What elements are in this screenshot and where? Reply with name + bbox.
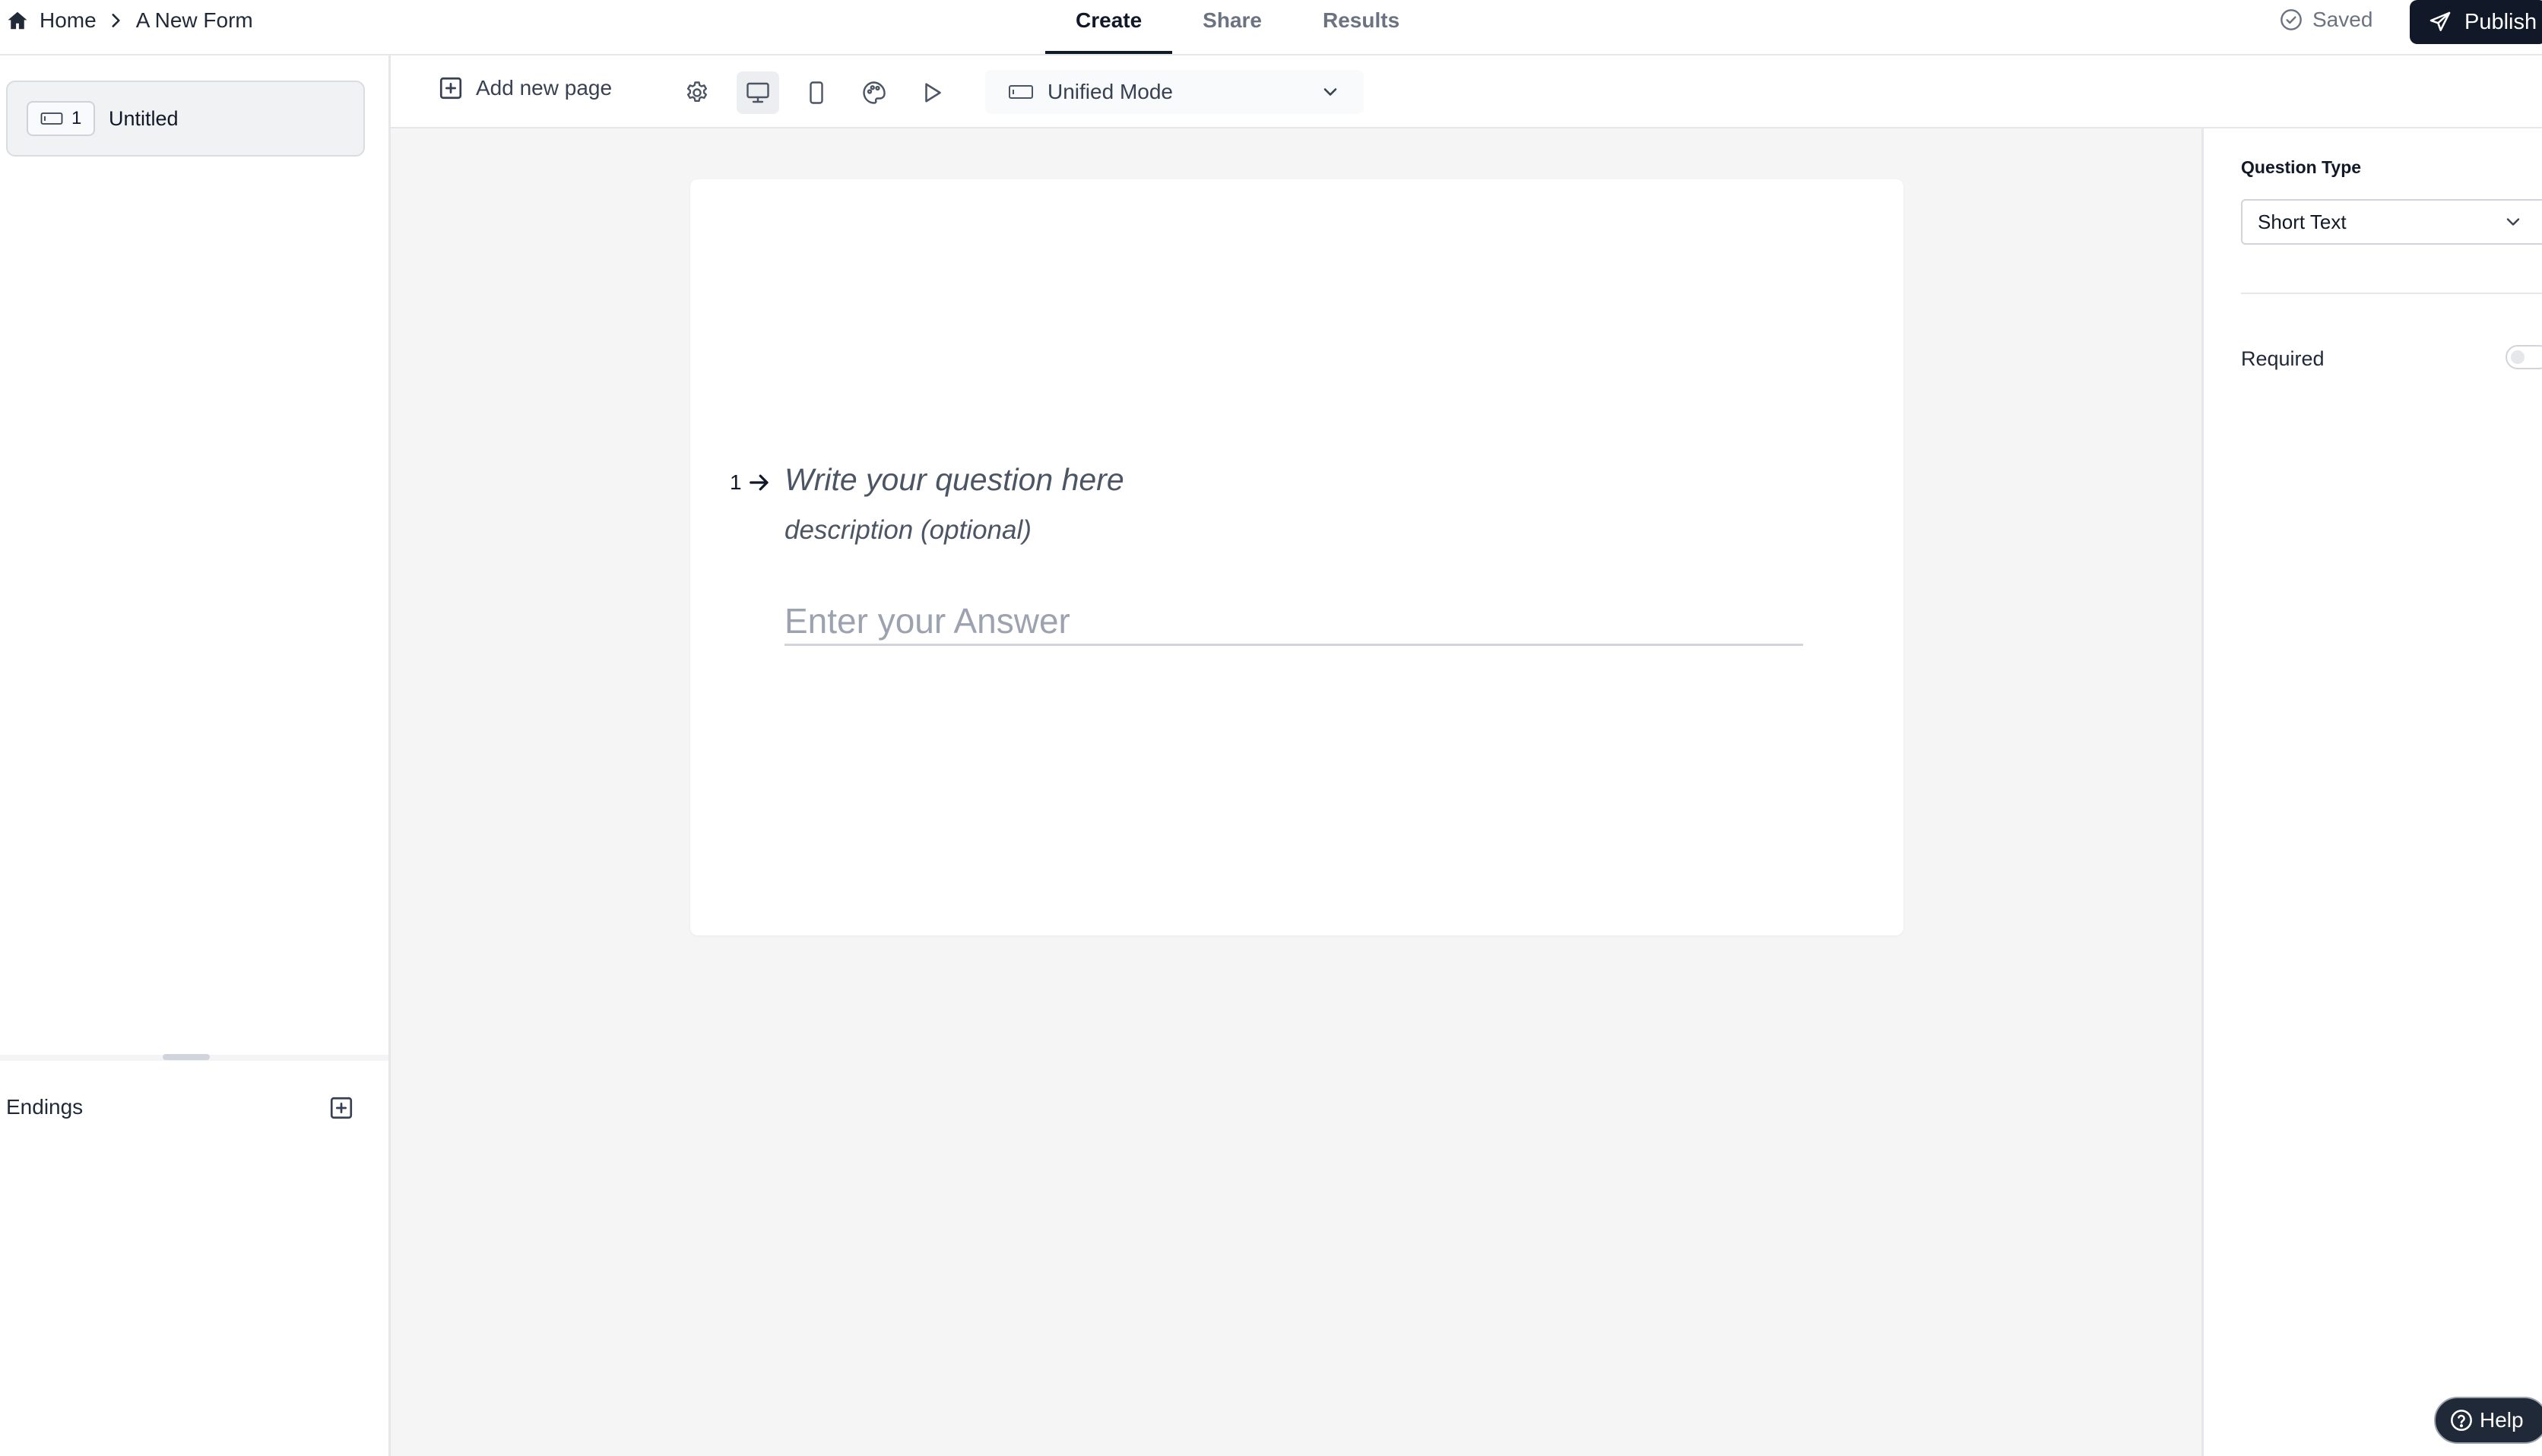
properties-panel: Question Type Short Text Required (2201, 128, 2542, 1456)
add-ending-icon[interactable] (328, 1095, 354, 1121)
form-card: 1 Write your question here description (… (690, 179, 1903, 935)
phone-icon (810, 81, 823, 104)
required-label: Required (2241, 347, 2325, 370)
editor-toolbar: Add new page Unified Mode (391, 55, 2542, 128)
main-tabs: Create Share Results (1045, 0, 1430, 54)
page-name: Untitled (109, 106, 179, 130)
page-number: 1 (71, 108, 82, 128)
answer-input[interactable] (784, 597, 1803, 646)
monitor-icon (746, 82, 769, 103)
top-bar: Home A New Form Create Share Results Sav… (0, 0, 2542, 55)
question-number: 1 (730, 470, 771, 495)
input-field-icon (1009, 85, 1033, 99)
question-type-label: Question Type (2241, 157, 2362, 177)
plus-square-icon (439, 77, 462, 100)
arrow-right-icon (749, 474, 769, 491)
help-label: Help (2480, 1408, 2524, 1432)
gear-icon (686, 81, 708, 102)
add-new-page-button[interactable]: Add new page (438, 75, 612, 101)
question-type-value: Short Text (2258, 210, 2347, 233)
mode-select[interactable]: Unified Mode (985, 70, 1364, 114)
page-badge: 1 (27, 101, 95, 136)
palette-icon (863, 81, 886, 104)
send-icon (2429, 11, 2451, 31)
chevron-down-icon (2506, 218, 2520, 226)
question-description-field[interactable]: description (optional) (784, 515, 1032, 546)
breadcrumb-form-name[interactable]: A New Form (136, 8, 253, 33)
desktop-view-button[interactable] (737, 71, 779, 114)
breadcrumb-home[interactable]: Home (40, 8, 97, 33)
required-toggle[interactable] (2506, 345, 2542, 369)
mobile-view-button[interactable] (795, 71, 838, 114)
publish-button[interactable]: Publish (2410, 0, 2542, 44)
page-list-item[interactable]: 1 Untitled (6, 81, 365, 157)
question-title-field[interactable]: Write your question here (784, 462, 1124, 498)
mode-select-value: Unified Mode (1048, 80, 1173, 103)
question-circle-icon (2451, 1410, 2472, 1431)
panel-divider (2241, 293, 2542, 294)
tab-create[interactable]: Create (1045, 0, 1173, 54)
home-icon[interactable] (6, 9, 29, 32)
add-new-page-label: Add new page (476, 76, 613, 100)
save-status: Saved (2279, 6, 2372, 33)
theme-button[interactable] (853, 71, 895, 114)
tab-share[interactable]: Share (1172, 0, 1292, 54)
question-number-label: 1 (730, 470, 742, 494)
endings-label: Endings (6, 1095, 84, 1119)
help-button[interactable]: Help (2434, 1397, 2542, 1444)
chevron-right-icon (112, 14, 120, 27)
tab-results[interactable]: Results (1292, 0, 1430, 54)
pages-sidebar: 1 Untitled Endings (0, 55, 391, 1456)
chevron-down-icon (1323, 88, 1337, 96)
publish-label: Publish (2464, 9, 2537, 34)
short-text-input-icon (40, 112, 63, 125)
play-icon (925, 83, 941, 103)
question-type-select[interactable]: Short Text (2241, 199, 2542, 245)
save-status-label: Saved (2312, 8, 2373, 31)
check-circle-icon (2281, 9, 2302, 30)
editor-canvas: 1 Write your question here description (… (391, 128, 2201, 1456)
preview-button[interactable] (911, 71, 953, 114)
breadcrumb: Home A New Form (6, 0, 253, 41)
resize-handle[interactable] (163, 1054, 210, 1060)
settings-button[interactable] (676, 71, 718, 114)
